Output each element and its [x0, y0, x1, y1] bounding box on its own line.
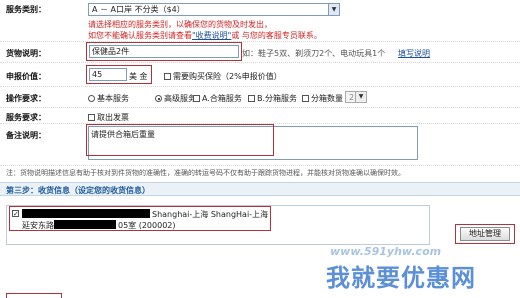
merge-service-option[interactable]: A.合箱服务 [193, 93, 242, 104]
service-type-label: 服务类别： [6, 5, 46, 14]
chevron-down-icon: ▼ [328, 4, 339, 15]
insurance-option[interactable]: 需要购买保险（2%申报价值） [164, 71, 282, 82]
merge-service-label: A.合箱服务 [202, 94, 242, 103]
premium-service-label: 高级服务 [164, 94, 196, 103]
declared-value-label: 申报价值： [6, 72, 46, 81]
basic-service-label: 基本服务 [97, 94, 129, 103]
basic-service-option[interactable]: 基本服务 [88, 93, 129, 104]
highlight-box [6, 293, 62, 298]
service-type-value: A － A口岸 不分类（$4） [92, 5, 185, 14]
split-count-option: 分箱数量 [302, 93, 343, 104]
highlight-box [455, 224, 515, 244]
service-req-label: 服务要求： [6, 113, 46, 122]
basic-service-radio[interactable] [88, 95, 95, 102]
insurance-checkbox[interactable] [164, 73, 171, 80]
remove-invoice-label: 取出发票 [97, 113, 129, 122]
operation-label: 操作要求： [6, 94, 46, 103]
split-service-checkbox[interactable] [248, 95, 255, 102]
divider [0, 165, 520, 166]
split-service-label: B.分箱服务 [257, 94, 298, 103]
divider [0, 41, 520, 42]
remove-invoice-option[interactable]: 取出发票 [88, 112, 129, 123]
service-type-note-2: 如您不能确认服务类别请查看"收费说明"或 与您的客服专员联系。 [88, 30, 322, 41]
goods-desc-label: 货物说明： [6, 49, 46, 58]
divider [0, 62, 520, 63]
watermark-brand: 我就要优惠网 [326, 264, 476, 292]
highlight-box [86, 124, 274, 156]
fill-instructions-link[interactable]: 填写说明 [398, 48, 430, 59]
premium-service-option[interactable]: 高级服务 [155, 93, 196, 104]
service-type-note-prefix: 如您不能确认服务类别请查看 [88, 31, 192, 40]
step3-header: 第三步：收货信息（设定您的收货信息） [0, 182, 520, 196]
service-type-select[interactable]: A － A口岸 不分类（$4） ▼ [88, 3, 340, 16]
insurance-label: 需要购买保险（2%申报价值） [173, 72, 282, 81]
goods-desc-example: 如：鞋子5双、剃须刀2个、电动玩具1个 [242, 49, 386, 58]
fee-info-link[interactable]: "收费说明" [192, 31, 231, 40]
highlight-box [86, 65, 152, 84]
split-count-value: 2 [349, 93, 355, 102]
step3-title: 第三步：收货信息（设定您的收货信息） [6, 186, 150, 195]
split-service-option[interactable]: B.分箱服务 [248, 93, 297, 104]
chevron-down-icon: ▼ [355, 92, 366, 102]
highlight-box [86, 42, 242, 61]
footnote: 注：货物说明描述信息有助于核对到件货物的准确性，准确的转运号码不仅有助于跟踪货物… [6, 169, 405, 177]
service-type-note-1: 请选择相应的服务类别，以确保您的货物及时发出， [88, 20, 272, 29]
premium-service-radio[interactable] [155, 95, 162, 102]
divider [0, 86, 520, 87]
divider [0, 107, 520, 108]
split-count-select[interactable]: 2 ▼ [345, 91, 367, 103]
watermark-url: www.591yhw.com [330, 245, 442, 258]
remarks-label: 备注说明： [6, 131, 46, 140]
highlight-box [9, 206, 271, 231]
remove-invoice-checkbox[interactable] [88, 114, 95, 121]
split-count-checkbox[interactable] [302, 95, 309, 102]
merge-service-checkbox[interactable] [193, 95, 200, 102]
service-type-note-suffix: 或 与您的客服专员联系。 [231, 31, 322, 40]
split-count-label: 分箱数量 [311, 94, 343, 103]
